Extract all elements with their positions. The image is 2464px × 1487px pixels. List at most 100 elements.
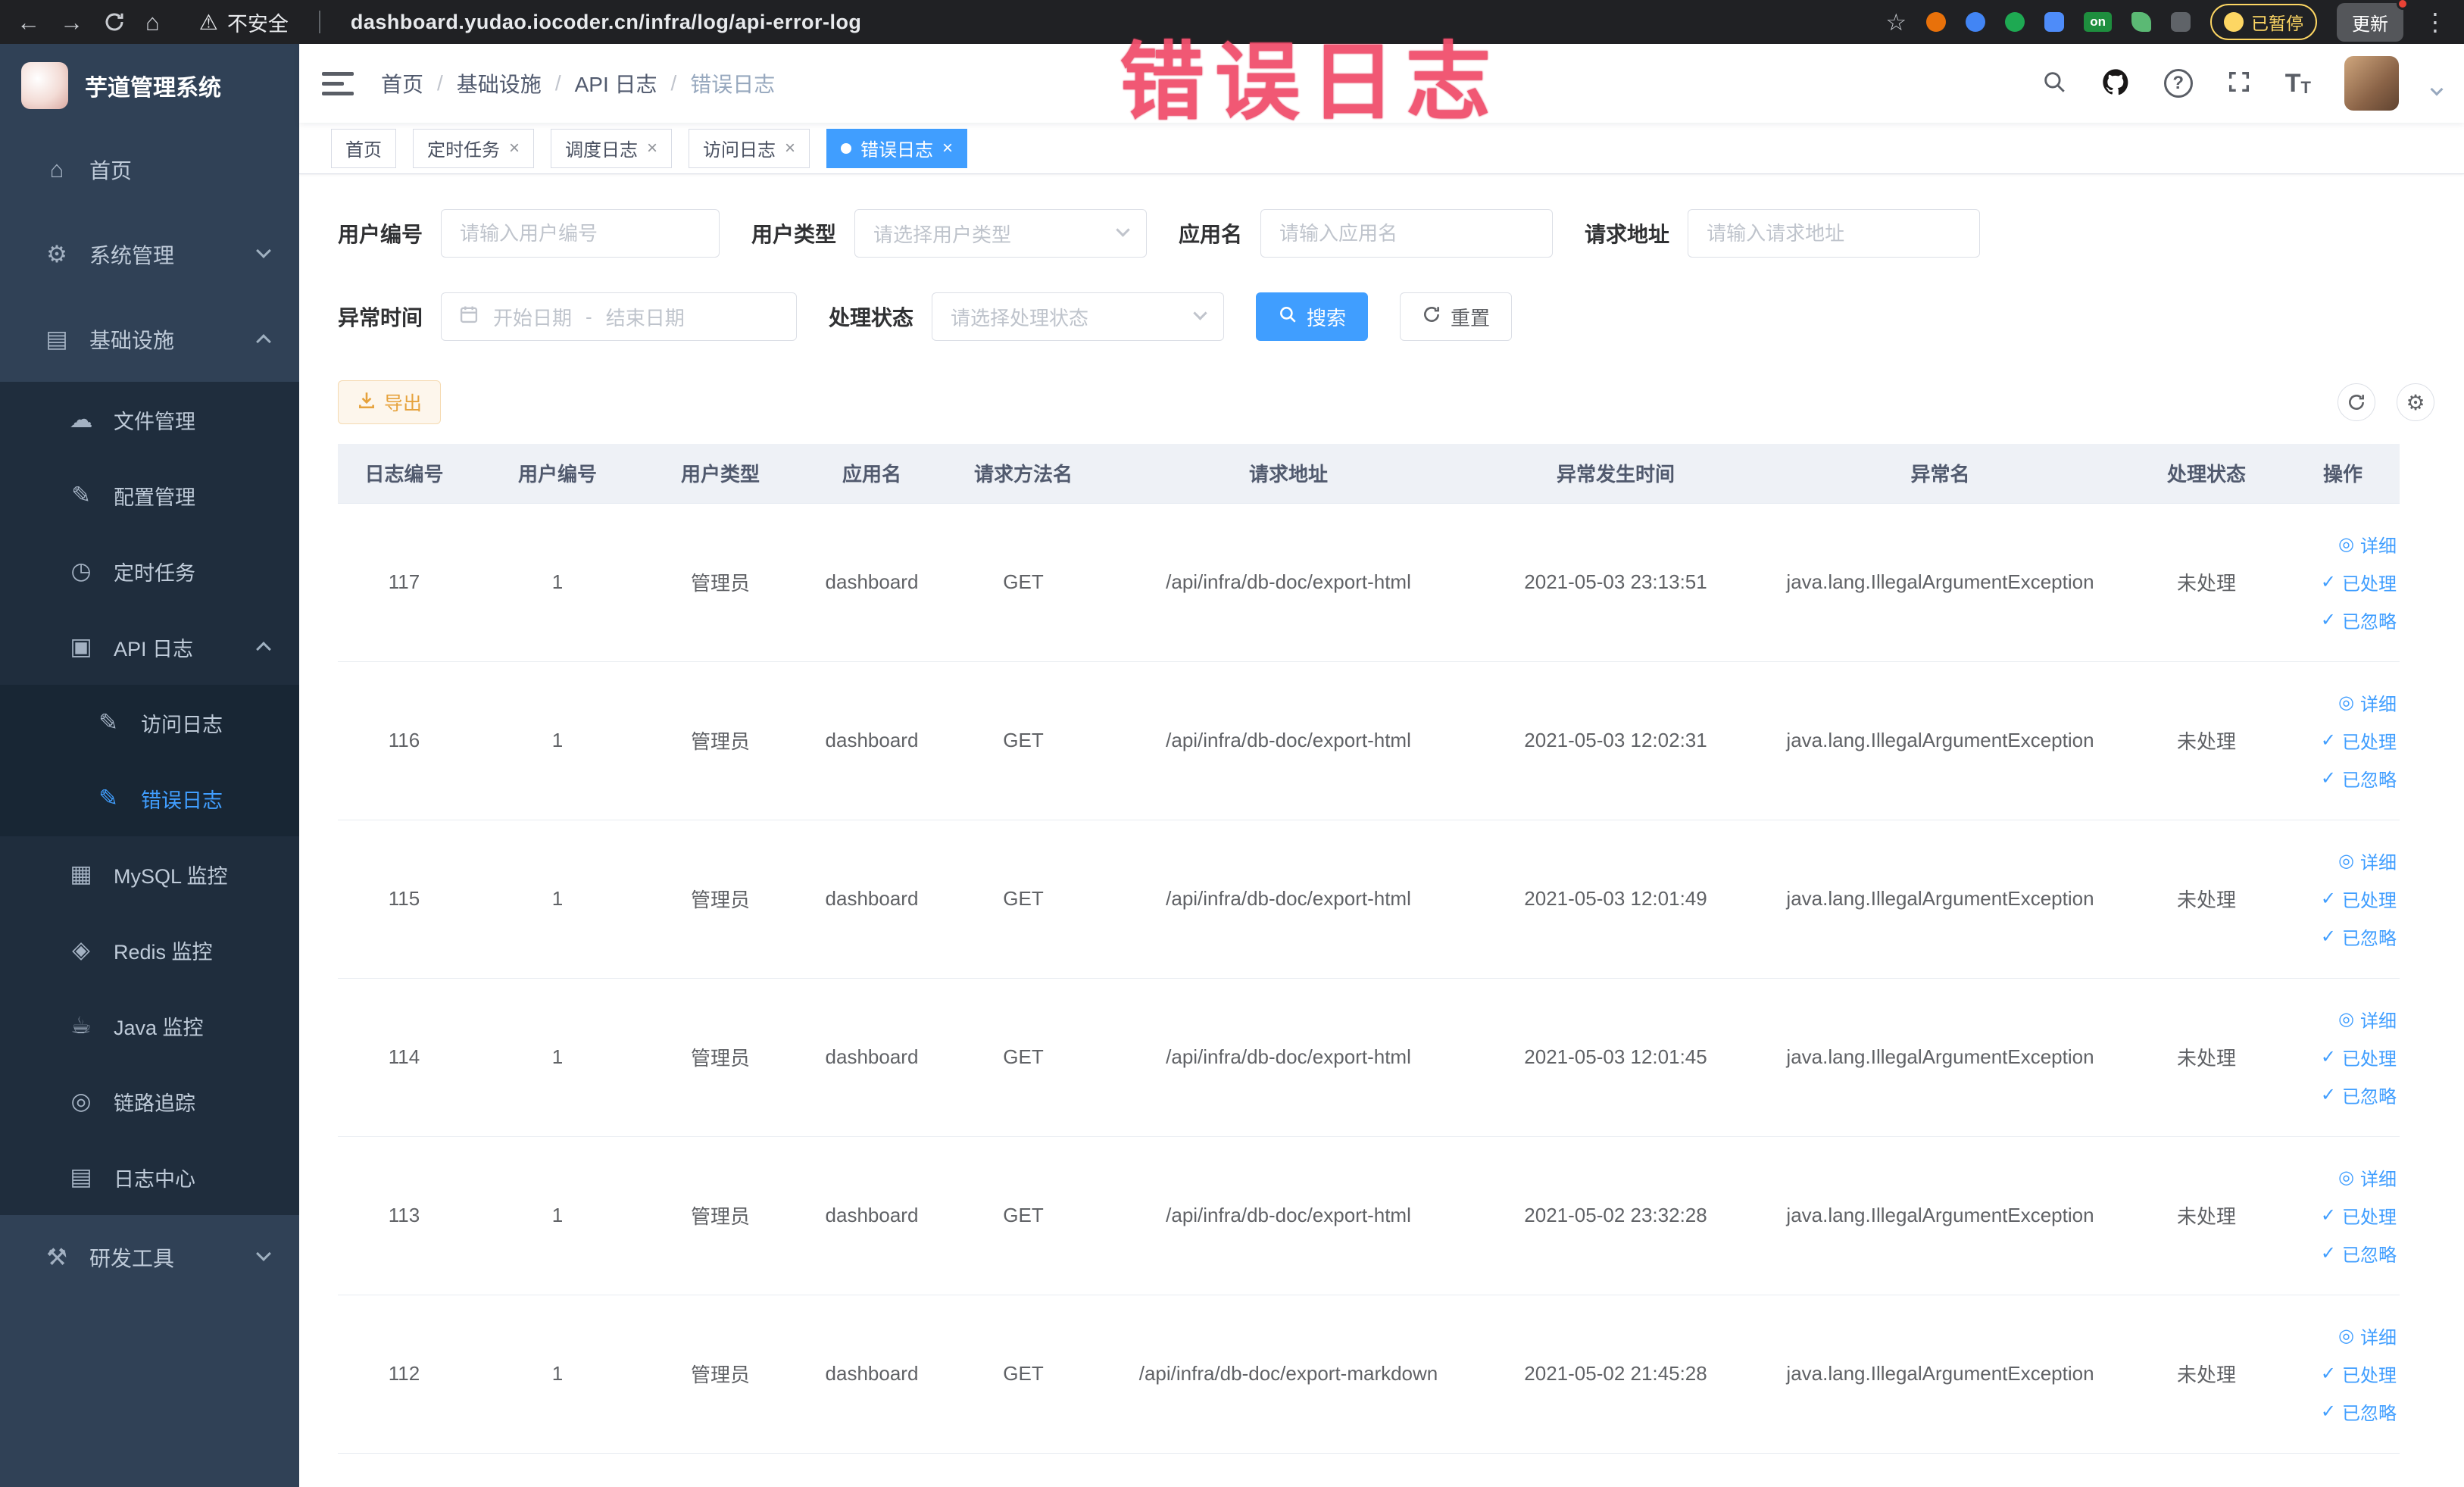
sidebar-item-system-management[interactable]: ⚙ 系统管理 <box>0 212 299 297</box>
mark-processed-link[interactable]: ✓ 已处理 <box>2286 1039 2397 1076</box>
tab-home[interactable]: 首页 <box>331 128 396 168</box>
sidebar-item-trace[interactable]: ◎ 链路追踪 <box>0 1064 299 1139</box>
close-icon[interactable]: × <box>785 139 795 158</box>
browser-menu-icon[interactable]: ⋮ <box>2423 8 2447 36</box>
search-icon[interactable] <box>2041 69 2067 98</box>
close-icon[interactable]: × <box>509 139 520 158</box>
detail-link[interactable]: ◎ 详细 <box>2286 526 2397 564</box>
app-logo[interactable]: 芋道管理系统 <box>0 44 299 127</box>
bookmark-star-icon[interactable]: ☆ <box>1885 11 1907 34</box>
paused-badge[interactable]: 已暂停 <box>2210 4 2317 40</box>
detail-link[interactable]: ◎ 详细 <box>2286 684 2397 722</box>
sidebar-item-config-management[interactable]: ✎ 配置管理 <box>0 458 299 533</box>
sidebar-item-scheduled-task[interactable]: ◷ 定时任务 <box>0 533 299 609</box>
cell-log-id: 115 <box>338 820 470 979</box>
chevron-up-icon <box>256 334 271 349</box>
sidebar-item-java-monitor[interactable]: ☕ Java 监控 <box>0 988 299 1064</box>
mark-ignored-link[interactable]: ✓ 已忽略 <box>2286 1076 2397 1114</box>
mark-ignored-link[interactable]: ✓ 已忽略 <box>2286 918 2397 956</box>
sidebar-toggle-icon[interactable] <box>322 71 354 95</box>
tab-error-log[interactable]: 错误日志 × <box>826 128 968 168</box>
mark-processed-link[interactable]: ✓ 已处理 <box>2286 1197 2397 1235</box>
sidebar-item-api-log[interactable]: ▣ API 日志 <box>0 609 299 685</box>
request-url-input[interactable] <box>1688 209 1981 258</box>
sidebar-item-error-log[interactable]: ✎ 错误日志 <box>0 761 299 836</box>
sidebar-item-log-center[interactable]: ▤ 日志中心 <box>0 1139 299 1215</box>
extension-icon[interactable] <box>2171 12 2191 32</box>
sidebar-item-label: 首页 <box>89 159 133 183</box>
mark-processed-link[interactable]: ✓ 已处理 <box>2286 722 2397 760</box>
browser-update-button[interactable]: 更新 <box>2337 0 2409 42</box>
export-button[interactable]: 导出 <box>338 380 442 424</box>
on-badge-extension-icon[interactable]: on <box>2084 12 2112 32</box>
detail-link[interactable]: ◎ 详细 <box>2286 1317 2397 1355</box>
cell-method: GET <box>948 820 1099 979</box>
browser-forward-icon[interactable]: → <box>60 11 83 34</box>
column-header: 日志编号 <box>338 444 470 504</box>
avatar[interactable] <box>2344 56 2399 111</box>
date-range-picker[interactable]: 开始日期 - 结束日期 <box>441 292 798 341</box>
sidebar-item-dev-tools[interactable]: ⚒ 研发工具 <box>0 1215 299 1300</box>
breadcrumb-item[interactable]: 基础设施 <box>457 68 542 98</box>
mark-processed-link[interactable]: ✓ 已处理 <box>2286 880 2397 918</box>
column-header: 异常发生时间 <box>1478 444 1754 504</box>
address-bar-url[interactable]: dashboard.yudao.iocoder.cn/infra/log/api… <box>351 11 862 34</box>
font-size-icon[interactable]: TT <box>2285 70 2311 96</box>
close-icon[interactable]: × <box>942 139 953 158</box>
mark-processed-link[interactable]: ✓ 已处理 <box>2286 564 2397 601</box>
cell-user-type: 管理员 <box>645 503 796 662</box>
divider <box>318 11 320 33</box>
app-name-input[interactable] <box>1260 209 1554 258</box>
mark-ignored-link[interactable]: ✓ 已忽略 <box>2286 760 2397 798</box>
browser-home-icon[interactable]: ⌂ <box>145 11 160 34</box>
cell-actions: ◎ 详细 ✓ 已处理 ✓ 已忽略 <box>2286 503 2400 662</box>
cell-user-id: 1 <box>470 978 645 1137</box>
sidebar-item-access-log[interactable]: ✎ 访问日志 <box>0 685 299 761</box>
eye-icon: ◎ <box>2338 1325 2354 1346</box>
site-security-chip[interactable]: ⚠ 不安全 <box>199 8 289 37</box>
filter-row-1: 用户编号 用户类型 请选择用户类型 应用名 请求地址 <box>338 209 2464 258</box>
process-status-select[interactable]: 请选择处理状态 <box>932 292 1225 341</box>
user-id-input[interactable] <box>441 209 720 258</box>
cell-user-type: 管理员 <box>645 820 796 979</box>
chevron-down-icon[interactable] <box>2430 83 2444 96</box>
detail-link[interactable]: ◎ 详细 <box>2286 842 2397 880</box>
reset-button[interactable]: 重置 <box>1400 292 1513 341</box>
extension-icon[interactable] <box>2131 12 2151 32</box>
detail-link[interactable]: ◎ 详细 <box>2286 1159 2397 1197</box>
fullscreen-icon[interactable] <box>2226 69 2252 98</box>
detail-link[interactable]: ◎ 详细 <box>2286 1001 2397 1039</box>
search-button[interactable]: 搜索 <box>1256 292 1369 341</box>
cell-app-name: dashboard <box>796 1136 948 1295</box>
mark-ignored-link[interactable]: ✓ 已忽略 <box>2286 1393 2397 1431</box>
github-icon[interactable] <box>2100 67 2131 101</box>
sidebar-item-redis-monitor[interactable]: ◈ Redis 监控 <box>0 912 299 988</box>
user-type-select[interactable]: 请选择用户类型 <box>854 209 1148 258</box>
tab-access-log[interactable]: 访问日志 × <box>689 128 810 168</box>
breadcrumb-item[interactable]: API 日志 <box>575 68 657 98</box>
sidebar-item-infrastructure[interactable]: ▤ 基础设施 <box>0 297 299 382</box>
breadcrumb-item[interactable]: 首页 <box>381 68 423 98</box>
sidebar-item-label: 定时任务 <box>114 561 195 585</box>
close-icon[interactable]: × <box>647 139 657 158</box>
column-settings-button[interactable]: ⚙ <box>2397 383 2434 421</box>
refresh-table-button[interactable] <box>2338 383 2375 421</box>
cell-method: GET <box>948 661 1099 820</box>
help-icon[interactable]: ? <box>2163 69 2193 98</box>
extension-icon[interactable] <box>2044 12 2065 32</box>
sidebar-item-home[interactable]: ⌂ 首页 <box>0 127 299 212</box>
cell-request-url: /api/infra/db-doc/export-markdown <box>1099 1295 1478 1454</box>
mark-processed-link[interactable]: ✓ 已处理 <box>2286 1355 2397 1393</box>
browser-reload-icon[interactable] <box>103 11 126 33</box>
extension-icon[interactable] <box>2005 12 2025 32</box>
extension-icon[interactable] <box>1966 12 1986 32</box>
sidebar-item-mysql-monitor[interactable]: ▦ MySQL 监控 <box>0 836 299 912</box>
sidebar-item-file-management[interactable]: ☁ 文件管理 <box>0 382 299 458</box>
tab-dispatch-log[interactable]: 调度日志 × <box>551 128 673 168</box>
breadcrumb-separator: / <box>554 71 561 95</box>
mark-ignored-link[interactable]: ✓ 已忽略 <box>2286 1235 2397 1273</box>
mark-ignored-link[interactable]: ✓ 已忽略 <box>2286 601 2397 639</box>
browser-back-icon[interactable]: ← <box>17 11 40 34</box>
tab-scheduled-task[interactable]: 定时任务 × <box>413 128 535 168</box>
extension-icon[interactable] <box>1926 12 1947 32</box>
